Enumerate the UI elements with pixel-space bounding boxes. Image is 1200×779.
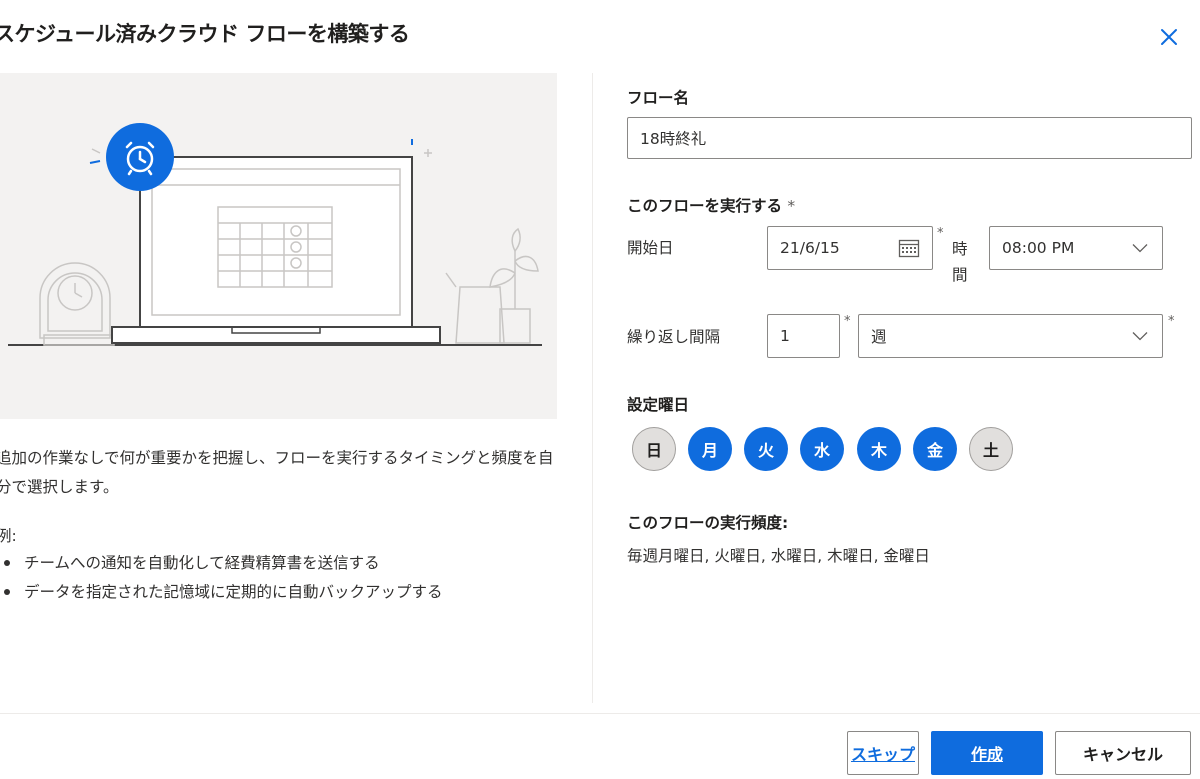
calendar-icon: [898, 239, 920, 258]
start-date-value: 21/6/15: [780, 239, 840, 257]
repeat-interval-label: 繰り返し間隔: [627, 328, 721, 346]
alarm-clock-icon: [106, 123, 174, 191]
illustration: [0, 73, 557, 419]
weekday-sunday-toggle[interactable]: 日: [632, 427, 676, 471]
weekday-friday-toggle[interactable]: 金: [913, 427, 957, 471]
start-date-picker[interactable]: 21/6/15: [767, 226, 933, 270]
footer-divider: [0, 713, 1200, 714]
weekday-thursday-toggle[interactable]: 木: [857, 427, 901, 471]
repeat-unit-dropdown[interactable]: 週: [858, 314, 1163, 358]
required-mark: *: [787, 197, 796, 215]
frequency-label: このフローの実行頻度:: [627, 514, 789, 532]
chevron-down-icon: [1132, 244, 1148, 253]
flow-name-label: フロー名: [627, 89, 690, 107]
frequency-summary: 毎週月曜日, 火曜日, 水曜日, 木曜日, 金曜日: [627, 547, 930, 565]
skip-button[interactable]: スキップ: [847, 731, 919, 775]
desk-clock-icon: [39, 262, 115, 346]
close-button[interactable]: [1156, 24, 1182, 50]
start-date-label: 開始日: [627, 239, 674, 257]
weekday-tuesday-toggle[interactable]: 火: [744, 427, 788, 471]
laptop-icon: [111, 156, 441, 344]
cancel-button[interactable]: キャンセル: [1055, 731, 1191, 775]
example-list: チームへの通知を自動化して経費精算書を送信する データを指定された記憶域に定期的…: [0, 549, 443, 607]
required-mark: *: [1168, 314, 1175, 329]
required-mark: *: [937, 226, 944, 241]
weekday-saturday-toggle[interactable]: 土: [969, 427, 1013, 471]
plant-icon: [445, 227, 539, 344]
weekday-wednesday-toggle[interactable]: 水: [800, 427, 844, 471]
repeat-interval-input[interactable]: 1: [767, 314, 840, 358]
close-icon: [1161, 29, 1177, 45]
run-flow-label-text: このフローを実行する: [627, 197, 783, 215]
required-mark: *: [844, 314, 851, 329]
create-button[interactable]: 作成: [931, 731, 1043, 775]
laptop-calendar-illustration: [8, 123, 542, 346]
weekday-monday-toggle[interactable]: 月: [688, 427, 732, 471]
time-value: 08:00 PM: [1002, 239, 1075, 257]
description-text: 追加の作業なしで何が重要かを把握し、フローを実行するタイミングと頻度を自分で選択…: [0, 449, 554, 496]
example-label: 例:: [0, 527, 17, 545]
list-item: チームへの通知を自動化して経費精算書を送信する: [0, 549, 443, 578]
time-dropdown[interactable]: 08:00 PM: [989, 226, 1163, 270]
time-label-line: 間: [952, 266, 968, 284]
time-label-line: 時: [952, 240, 968, 258]
chevron-down-icon: [1132, 332, 1148, 341]
repeat-unit-value: 週: [871, 328, 887, 346]
flow-name-input[interactable]: 18時終礼: [627, 117, 1192, 159]
time-label: 時 間: [952, 236, 968, 288]
vertical-divider: [592, 73, 593, 703]
dialog-title: スケジュール済みクラウド フローを構築する: [0, 22, 410, 46]
weekdays-label: 設定曜日: [627, 396, 690, 414]
run-flow-label: このフローを実行する *: [627, 194, 795, 216]
list-item: データを指定された記憶域に定期的に自動バックアップする: [0, 578, 443, 607]
